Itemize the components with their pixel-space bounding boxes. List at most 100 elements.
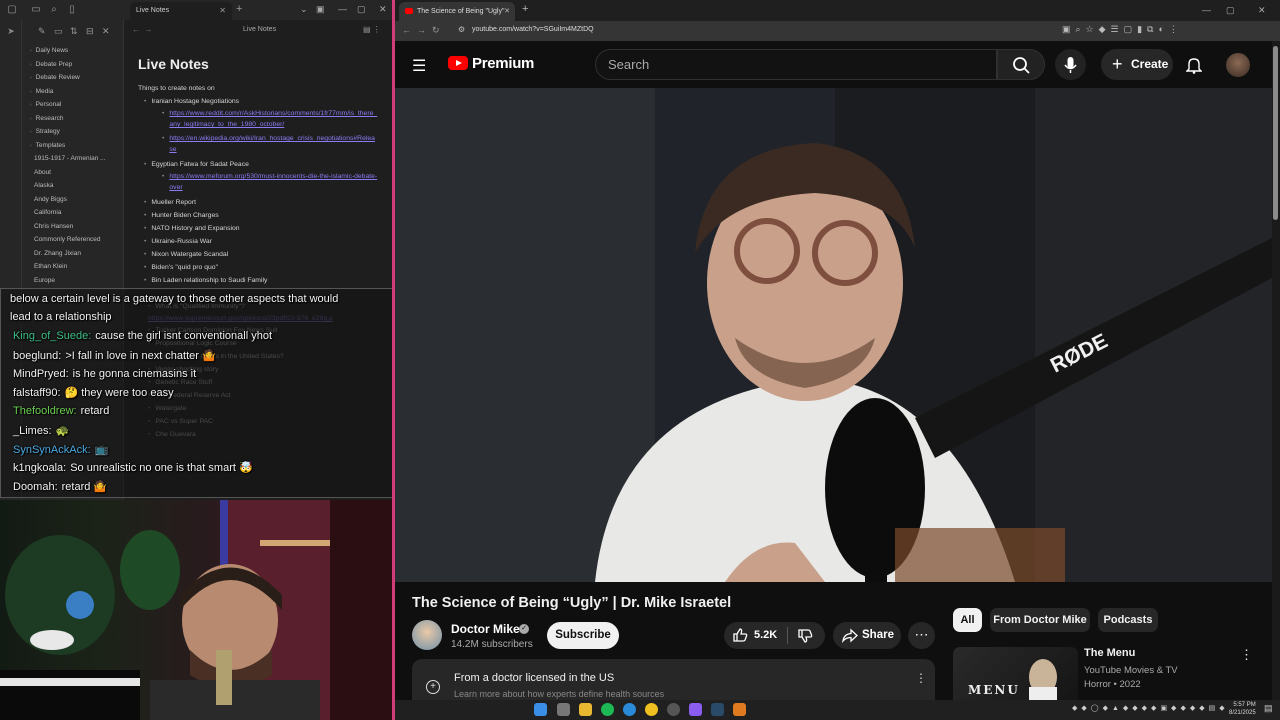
channel-name[interactable]: Doctor Mike [451, 622, 520, 636]
more-actions-button[interactable]: ⋯ [908, 622, 935, 649]
webcam-feed [0, 500, 392, 720]
minimize-button[interactable]: — [1202, 5, 1211, 15]
avatar[interactable] [1226, 53, 1250, 77]
chat-username: k1ngkoala: [13, 462, 67, 474]
search-input[interactable]: Search [595, 49, 997, 80]
folder-item[interactable]: Ethan Klein [30, 260, 122, 274]
folder-item[interactable]: Alaska [30, 179, 122, 193]
folder-icon[interactable]: ▭ [30, 4, 42, 16]
folder-item[interactable]: › Personal [30, 98, 122, 112]
scrollbar-thumb[interactable] [1273, 46, 1278, 220]
more-options-icon[interactable]: ▤ ⋮ [363, 25, 381, 34]
browser-nav-buttons[interactable]: ←→↻ [402, 25, 446, 36]
note-link[interactable]: https://www.meforum.org/530/must-innocen… [169, 171, 378, 193]
note-link[interactable]: https://en.wikipedia.org/wiki/Iran_hosta… [169, 133, 378, 155]
bookmark-icon[interactable]: ▯ [66, 4, 78, 16]
split-view-icon[interactable]: ▣ [316, 4, 325, 15]
file-explorer-icon[interactable] [579, 703, 592, 716]
folder-item[interactable]: Europe [30, 274, 122, 288]
more-vert-icon[interactable]: ⋮ [915, 671, 927, 685]
browser-tab[interactable]: The Science of Being "Ugly" ✕ [399, 2, 515, 21]
system-tray[interactable]: ◆◆◯◆▲◆◆◆◆▣◆◆◆◆▤◆ [1072, 704, 1229, 712]
extension-icons[interactable]: ▣⌕☆◆☰▢▮⧉◐⋮ [1062, 24, 1183, 35]
maximize-button[interactable]: ▢ [1226, 5, 1235, 16]
like-button[interactable] [732, 627, 748, 648]
dislike-button[interactable] [797, 628, 813, 649]
folder-item[interactable]: › Debate Prep [30, 58, 122, 72]
site-info-icon[interactable]: ⚙ [458, 25, 465, 34]
minimize-button[interactable]: — [338, 4, 347, 14]
close-window-button[interactable]: ✕ [379, 4, 387, 15]
folder-item[interactable]: Chris Hansen [30, 220, 122, 234]
create-button[interactable]: Create [1101, 49, 1173, 80]
hamburger-menu-icon[interactable]: ☰ [412, 56, 426, 76]
close-sidebar-icon[interactable]: ✕ [102, 26, 110, 37]
list-item: Nixon Watergate Scandal [138, 248, 378, 261]
task-view-icon[interactable] [557, 703, 570, 716]
chip-podcasts[interactable]: Podcasts [1098, 608, 1158, 632]
collapse-icon[interactable]: ⊟ [86, 26, 94, 37]
health-source-link[interactable]: Learn more about how experts define heal… [454, 689, 664, 699]
video-player[interactable]: RØDE [395, 88, 1272, 582]
close-window-button[interactable]: ✕ [1258, 5, 1266, 16]
youtube-logo-icon[interactable] [448, 56, 468, 70]
obsidian-tab[interactable]: Live Notes ✕ [130, 2, 232, 20]
subscribe-button[interactable]: Subscribe [547, 622, 619, 649]
folder-item[interactable]: Andy Biggs [30, 193, 122, 207]
new-note-icon[interactable]: ✎ [38, 26, 46, 37]
url-field[interactable]: youtube.com/watch?v=SGuiIm4MZtDQ [472, 26, 594, 33]
close-tab-icon[interactable]: ✕ [504, 2, 510, 21]
maximize-button[interactable]: ▢ [357, 4, 366, 15]
chip-from-doctor-mike[interactable]: From Doctor Mike [990, 608, 1090, 632]
folder-item[interactable]: › Debate Review [30, 71, 122, 85]
chat-username: King_of_Suede: [13, 330, 92, 342]
folder-item[interactable]: › Media [30, 85, 122, 99]
recommendation-title[interactable]: The Menu [1084, 647, 1135, 659]
clock[interactable]: 5:57 PM 8/21/2025 [1229, 701, 1256, 717]
chat-username: MindPryed: [13, 368, 69, 380]
share-button[interactable]: Share [833, 622, 901, 649]
chip-all[interactable]: All [953, 608, 982, 632]
search-button[interactable] [997, 49, 1045, 80]
folder-item[interactable]: Commonly Referenced [30, 233, 122, 247]
obsidian-icon[interactable] [689, 703, 702, 716]
folder-item[interactable]: Dr. Zhang Jixian [30, 247, 122, 261]
folder-item[interactable]: 1915-1917 - Armenian ... [30, 152, 122, 166]
close-tab-icon[interactable]: ✕ [219, 2, 226, 20]
folder-item[interactable]: › Daily News [30, 44, 122, 58]
search-icon[interactable]: ⌕ [48, 4, 60, 16]
sort-icon[interactable]: ⇅ [70, 26, 78, 37]
windows-start-icon[interactable] [534, 703, 547, 716]
folder-label: Templates [35, 141, 66, 149]
channel-avatar[interactable] [412, 620, 442, 650]
new-tab-button[interactable]: + [522, 3, 528, 15]
chat-message: Doomah: retard 🤷 [13, 480, 107, 493]
youtube-brand[interactable]: Premium [472, 55, 534, 72]
new-folder-icon[interactable]: ▭ [54, 26, 63, 37]
sidebar-toggle-icon[interactable]: ▢ [6, 4, 18, 16]
note-link[interactable]: https://www.reddit.com/r/AskHistorians/c… [169, 108, 378, 130]
folder-item[interactable]: About [30, 166, 122, 180]
send-icon[interactable]: ➤ [5, 26, 17, 38]
folder-item[interactable]: › Strategy [30, 125, 122, 139]
spotify-icon[interactable] [601, 703, 614, 716]
notification-icon[interactable]: ▤ [1264, 703, 1273, 714]
chrome-icon[interactable] [645, 703, 658, 716]
folder-item[interactable]: › Templates [30, 139, 122, 153]
like-count: 5.2K [754, 629, 778, 641]
chat-text: lead to a relationship [10, 311, 112, 323]
folder-item[interactable]: California [30, 206, 122, 220]
chat-message: MindPryed: is he gonna cinemasins it [13, 368, 196, 380]
settings-icon[interactable] [733, 703, 746, 716]
notifications-button[interactable] [1185, 56, 1203, 79]
edge-icon[interactable] [623, 703, 636, 716]
obs-icon[interactable] [667, 703, 680, 716]
voice-search-button[interactable] [1055, 49, 1086, 80]
new-tab-button[interactable]: + [236, 3, 242, 15]
folder-item[interactable]: › Research [30, 112, 122, 126]
steam-icon[interactable] [711, 703, 724, 716]
thumbnail-title-text: MENU [968, 683, 1020, 697]
chevron-down-icon[interactable]: ⌄ [300, 4, 308, 15]
nav-arrows[interactable]: ← → [132, 25, 152, 34]
more-vert-icon[interactable]: ⋮ [1240, 647, 1253, 663]
